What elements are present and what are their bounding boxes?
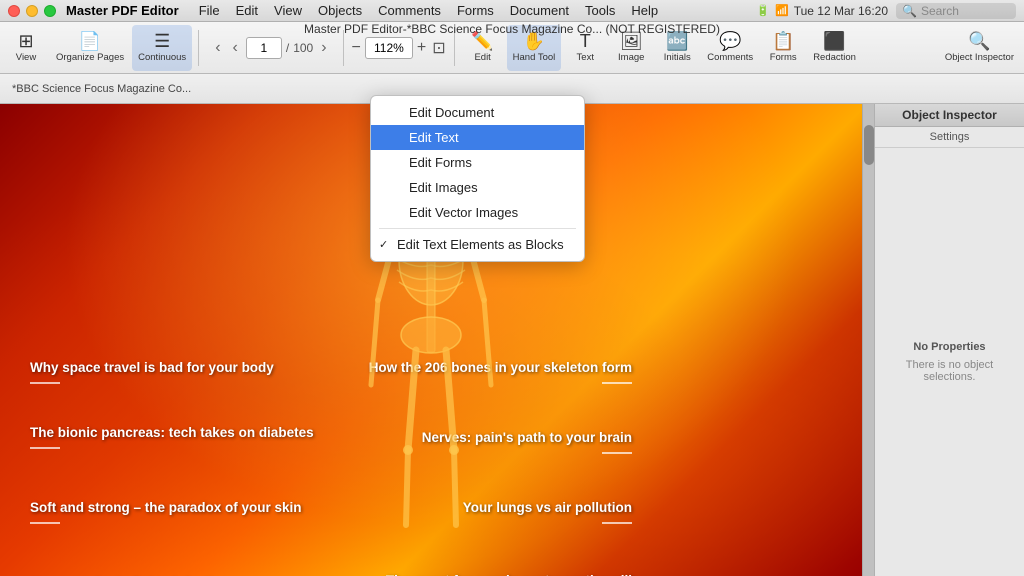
article-left-2: The bionic pancreas: tech takes on diabe… [30,424,314,454]
menu-file[interactable]: File [191,3,228,18]
menu-document[interactable]: Document [502,3,577,18]
edit-icon: ✏️ [471,32,493,50]
image-icon: 🖼 [620,32,643,50]
separator-1 [198,30,199,66]
menu-forms[interactable]: Forms [449,3,502,18]
forms-label: Forms [770,52,797,63]
separator-3 [454,30,455,66]
edit-dropdown-menu: Edit Document Edit Text Edit Forms Edit … [370,95,585,262]
forms-button[interactable]: 📋 Forms [761,25,805,71]
menubar-right: 🔋 📶 Tue 12 Mar 16:20 🔍 Search [756,3,1016,19]
article-left-3: Soft and strong – the paradox of your sk… [30,499,302,529]
next-page-button[interactable]: › [317,37,330,59]
battery-icon: 🔋 [756,4,770,17]
menu-comments[interactable]: Comments [370,3,449,18]
article-left-1: Why space travel is bad for your body [30,359,274,389]
maximize-button[interactable] [44,5,56,17]
search-icon: 🔍 [902,4,917,18]
clock: Tue 12 Mar 16:20 [794,4,888,18]
zoom-input[interactable] [365,37,413,59]
redaction-label: Redaction [813,52,856,63]
object-inspector-panel: Object Inspector Settings No Properties … [874,104,1024,576]
zoom-out-button[interactable]: − [350,39,363,57]
checkmark-text-blocks: ✓ [379,238,391,251]
continuous-label: Continuous [138,52,186,63]
inspector-icon: 🔍 [968,32,990,50]
menu-edit-vector[interactable]: Edit Vector Images [371,200,584,225]
comments-button[interactable]: 💬 Comments [701,25,759,71]
zoom-controls: − + ⊡ [350,37,448,59]
initials-icon: 🔤 [666,32,688,50]
image-button[interactable]: 🖼 Image [609,25,653,71]
organize-icon: 📄 [79,32,101,50]
no-properties-label: No Properties [913,341,985,353]
redaction-button[interactable]: ⬛ Redaction [807,25,862,71]
text-button[interactable]: T Text [563,25,607,71]
redaction-icon: ⬛ [823,32,845,50]
menu-edit-forms[interactable]: Edit Forms [371,150,584,175]
page-navigation: ‹ ‹ / 100 › [211,37,330,59]
menu-edit[interactable]: Edit [228,3,266,18]
back-button[interactable]: ‹ [229,37,242,59]
system-icons: 🔋 📶 Tue 12 Mar 16:20 [756,4,888,18]
scroll-thumb[interactable] [864,125,874,165]
app-name: Master PDF Editor [66,3,179,18]
edit-button[interactable]: ✏️ Edit [461,25,505,71]
comments-icon: 💬 [719,32,741,50]
continuous-button[interactable]: ☰ Continuous [132,25,192,71]
inspector-settings[interactable]: Settings [875,127,1024,148]
object-inspector-button[interactable]: 🔍 Object Inspector [939,25,1020,71]
breadcrumb[interactable]: *BBC Science Focus Magazine Co... [6,81,197,97]
image-label: Image [618,52,644,63]
minimize-button[interactable] [26,5,38,17]
no-selection-label: There is no object selections. [885,359,1014,383]
view-button[interactable]: ⊞ View [4,25,48,71]
vertical-scrollbar[interactable] [862,104,874,576]
initials-button[interactable]: 🔤 Initials [655,25,699,71]
search-box[interactable]: 🔍 Search [896,3,1016,19]
menu-objects[interactable]: Objects [310,3,370,18]
comments-label: Comments [707,52,753,63]
inspector-label: Object Inspector [945,52,1014,63]
hand-label: Hand Tool [513,52,556,63]
wifi-icon: 📶 [775,4,789,17]
page-separator: / [286,41,289,55]
traffic-lights [8,5,56,17]
separator-2 [343,30,344,66]
view-label: View [16,52,36,63]
text-icon: T [580,32,591,50]
main-toolbar: ⊞ View 📄 Organize Pages ☰ Continuous ‹ ‹… [0,22,1024,74]
edit-label: Edit [474,52,490,63]
forms-icon: 📋 [772,32,794,50]
organize-pages-button[interactable]: 📄 Organize Pages [50,25,130,71]
menu-help[interactable]: Help [623,3,666,18]
continuous-icon: ☰ [154,32,170,50]
zoom-in-button[interactable]: + [415,39,428,57]
menu-edit-images[interactable]: Edit Images [371,175,584,200]
menu-edit-text[interactable]: Edit Text [371,125,584,150]
inspector-title: Object Inspector [875,104,1024,127]
organize-label: Organize Pages [56,52,124,63]
menu-view[interactable]: View [266,3,310,18]
prev-page-button[interactable]: ‹ [211,37,224,59]
page-total: 100 [293,41,313,55]
hand-icon: ✋ [523,32,545,50]
search-placeholder: Search [921,4,959,18]
menu-edit-text-blocks[interactable]: ✓ Edit Text Elements as Blocks [371,232,584,257]
page-number-input[interactable] [246,37,282,59]
close-button[interactable] [8,5,20,17]
menu-separator [379,228,576,229]
menu-edit-document[interactable]: Edit Document [371,100,584,125]
text-label: Text [577,52,594,63]
menu-tools[interactable]: Tools [577,3,623,18]
fit-page-button[interactable]: ⊡ [430,38,447,58]
menu-bar: Master PDF Editor File Edit View Objects… [0,0,1024,22]
view-icon: ⊞ [18,32,33,50]
initials-label: Initials [664,52,691,63]
hand-tool-button[interactable]: ✋ Hand Tool [507,25,562,71]
inspector-empty-state: No Properties There is no object selecti… [875,148,1024,576]
